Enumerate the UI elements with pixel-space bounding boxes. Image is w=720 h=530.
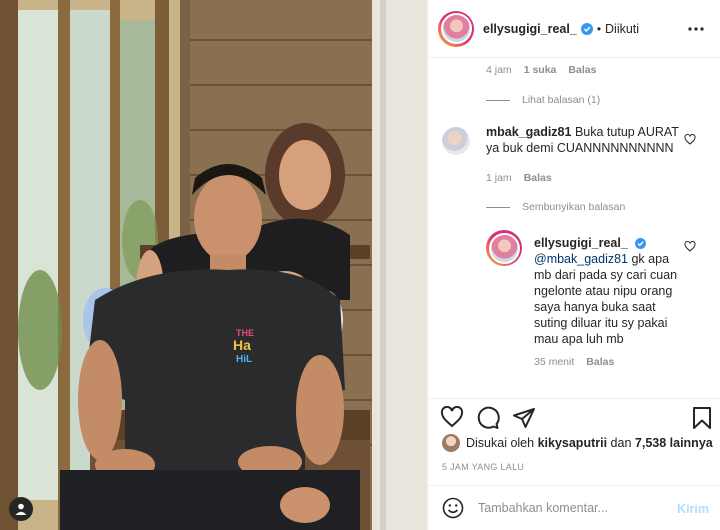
author-username[interactable]: ellysugigi_real_ [483, 22, 577, 36]
comment-time: 1 jam [486, 172, 512, 184]
post-action-bar [428, 398, 720, 436]
save-bookmark-icon[interactable] [692, 406, 712, 430]
svg-text:HiL: HiL [236, 354, 252, 365]
divider-line [486, 206, 510, 208]
reply-likes[interactable]: 1 suka [524, 64, 557, 76]
hide-replies-button[interactable]: Sembunyikan balasan [486, 201, 625, 213]
likes-summary: Disukai oleh kikysaputrii dan 7,538 lain… [442, 434, 713, 452]
separator-dot: • [596, 21, 602, 36]
reply-meta-row: 4 jam 1 suka Balas [486, 64, 596, 76]
svg-text:Ha: Ha [233, 337, 251, 353]
hide-replies-label: Sembunyikan balasan [522, 201, 626, 213]
emoji-smile-icon[interactable] [442, 497, 464, 519]
commenter-username[interactable]: mbak_gadiz81 [486, 125, 571, 139]
reply-author-username[interactable]: ellysugigi_real_ [534, 236, 628, 250]
reply-author-avatar[interactable] [486, 230, 522, 266]
reply-text: ellysugigi_real_ @mbak_gadiz81 gk apa mb… [534, 235, 682, 347]
verified-badge-icon [580, 22, 593, 35]
divider-line [486, 99, 510, 101]
post-photo[interactable]: THE Ha HiL [0, 0, 427, 530]
reply-body: gk apa mb dari pada sy cari cuan ngelont… [534, 252, 678, 346]
comment-reply-button[interactable]: Balas [524, 172, 552, 184]
like-comment-heart-icon[interactable] [684, 134, 696, 145]
reply-reply-button[interactable]: Balas [586, 356, 614, 368]
likes-middle: dan [610, 436, 632, 450]
liker-username[interactable]: kikysaputrii [538, 436, 607, 450]
post-image: THE Ha HiL [0, 0, 427, 530]
verified-badge-icon [635, 238, 647, 249]
tagged-user-icon[interactable] [9, 497, 33, 521]
author-avatar[interactable] [438, 10, 474, 47]
comment-composer: Kirim [428, 485, 720, 530]
view-replies-button[interactable]: Lihat balasan (1) [486, 94, 600, 106]
comment-text: mbak_gadiz81 Buka tutup AURAT ya buk dem… [486, 124, 682, 156]
post-side-panel: ellysugigi_real_ • Diikuti 4 jam 1 suka Ba… [427, 0, 720, 530]
more-options-icon[interactable] [687, 22, 705, 32]
reply-time-2: 35 menit [534, 356, 575, 368]
post-timestamp: 5 JAM YANG LALU [442, 462, 525, 472]
comment-input[interactable] [478, 501, 668, 515]
reply-mention-link[interactable]: @mbak_gadiz81 [534, 252, 628, 266]
comment-bubble-icon[interactable] [476, 406, 500, 430]
follow-status-button[interactable]: Diikuti [605, 22, 639, 36]
view-replies-label: Lihat balasan (1) [522, 94, 601, 106]
reply-meta-row-2: 35 menit Balas [534, 356, 614, 368]
commenter-avatar[interactable] [442, 127, 470, 155]
reply-button[interactable]: Balas [568, 64, 596, 76]
likes-prefix: Disukai oleh [466, 436, 535, 450]
share-paper-plane-icon[interactable] [512, 406, 536, 430]
like-heart-icon[interactable] [440, 406, 464, 428]
post-header: ellysugigi_real_ • Diikuti [428, 0, 720, 58]
reply-time: 4 jam [486, 64, 512, 76]
liker-avatar[interactable] [442, 434, 460, 452]
send-comment-button[interactable]: Kirim [677, 502, 709, 516]
comment-meta-row: 1 jam Balas [486, 172, 552, 184]
likes-count[interactable]: 7,538 lainnya [635, 436, 713, 450]
like-reply-heart-icon[interactable] [684, 241, 696, 252]
